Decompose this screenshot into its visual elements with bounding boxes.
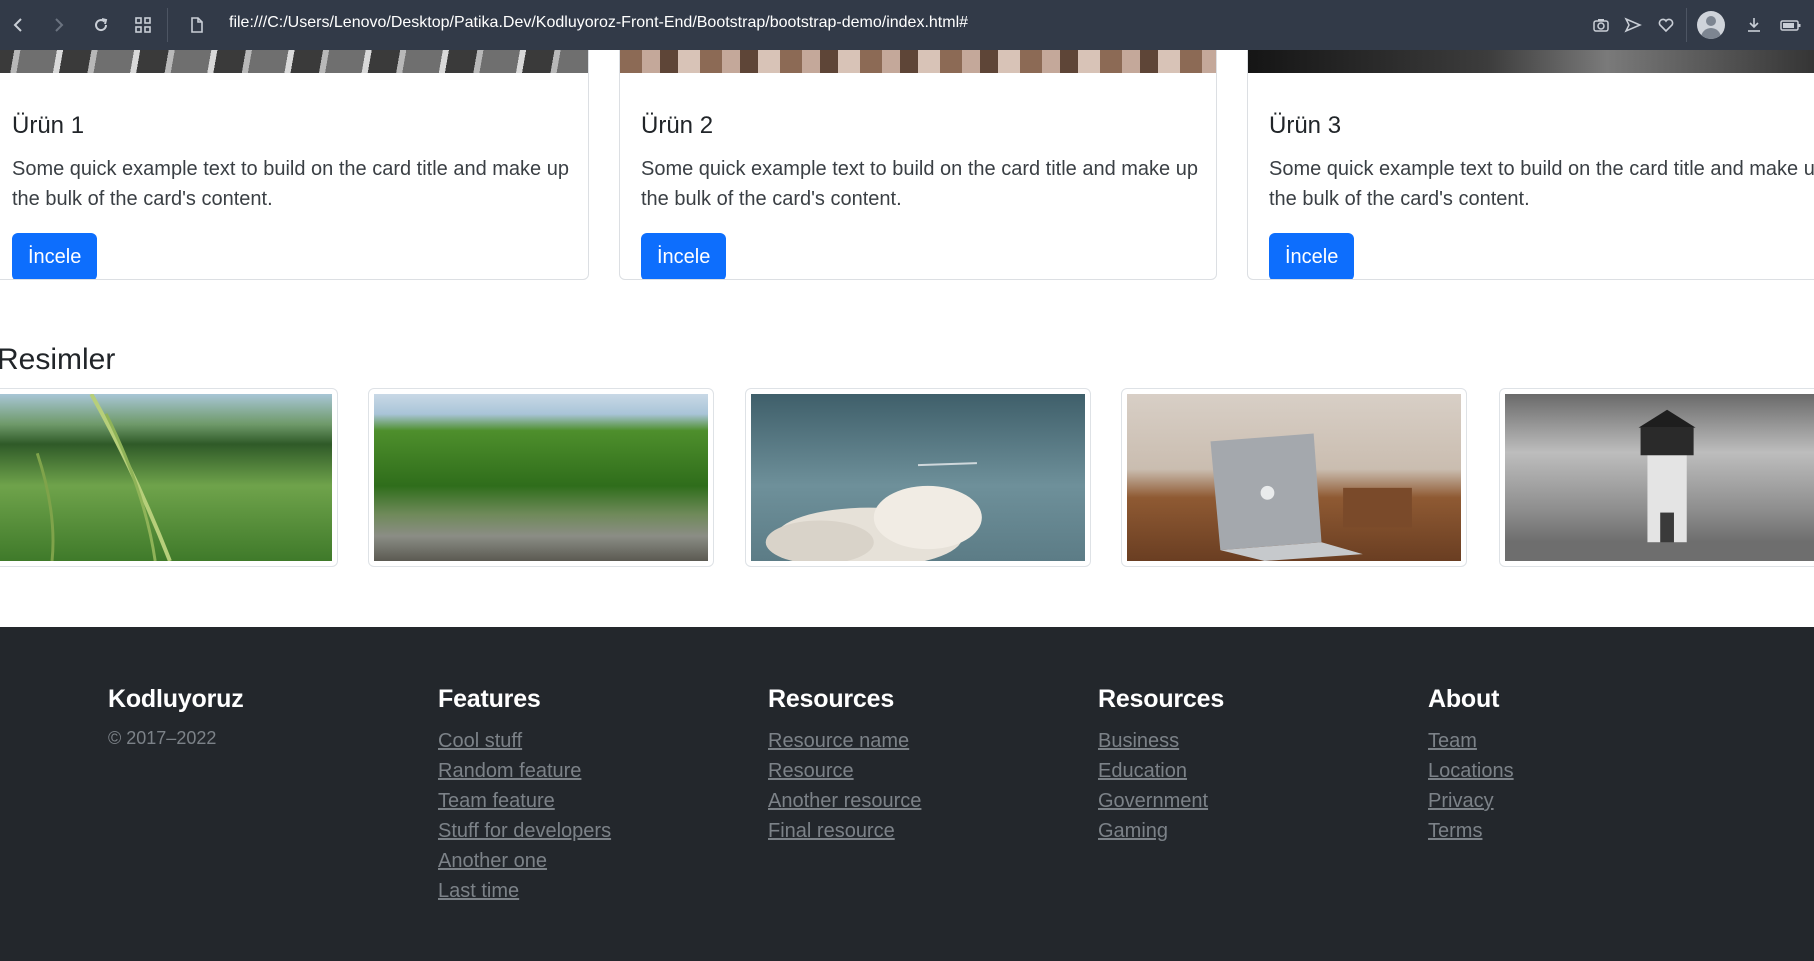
footer-link[interactable]: Another one	[438, 850, 547, 872]
footer-brand: Kodluyoruz	[108, 685, 244, 713]
reload-icon[interactable]	[88, 12, 114, 38]
footer-column-title: About	[1428, 685, 1500, 713]
product-card: Ürün 2 Some quick example text to build …	[619, 20, 1217, 280]
footer-link[interactable]: Education	[1098, 760, 1187, 782]
footer-link[interactable]: Last time	[438, 880, 519, 902]
file-page-icon	[184, 12, 210, 38]
footer-link[interactable]: Privacy	[1428, 790, 1494, 812]
gallery-title: Resimler	[0, 343, 116, 376]
toolbar-divider	[1686, 8, 1687, 42]
footer-column-about: About Team Locations Privacy Terms	[1428, 685, 1514, 846]
footer-link[interactable]: Team feature	[438, 790, 555, 812]
toolbar-divider	[167, 8, 168, 42]
send-icon[interactable]	[1620, 12, 1646, 38]
gallery-thumbnail[interactable]	[745, 388, 1091, 567]
card-text: Some quick example text to build on the …	[641, 158, 1198, 210]
address-bar[interactable]: file:///C:/Users/Lenovo/Desktop/Patika.D…	[229, 14, 968, 32]
incele-button[interactable]: İncele	[641, 233, 727, 279]
footer-brand-column: Kodluyoruz © 2017–2022	[108, 685, 244, 749]
footer-link[interactable]: Another resource	[768, 790, 921, 812]
incele-button[interactable]: İncele	[12, 233, 98, 279]
footer-link[interactable]: Cool stuff	[438, 730, 522, 752]
card-title: Ürün 1	[12, 112, 85, 139]
tabs-grid-icon[interactable]	[130, 12, 156, 38]
gallery-thumbnail[interactable]	[368, 388, 714, 567]
browser-toolbar: file:///C:/Users/Lenovo/Desktop/Patika.D…	[0, 0, 1814, 50]
card-title: Ürün 2	[641, 112, 714, 139]
footer-link[interactable]: Stuff for developers	[438, 820, 611, 842]
profile-avatar[interactable]	[1697, 11, 1725, 39]
forward-icon[interactable]	[45, 12, 71, 38]
footer-column-title: Features	[438, 685, 541, 713]
footer-column-features: Features Cool stuff Random feature Team …	[438, 685, 611, 906]
screenshot-icon[interactable]	[1588, 12, 1614, 38]
heart-icon[interactable]	[1653, 12, 1679, 38]
site-footer: Kodluyoruz © 2017–2022 Features Cool stu…	[0, 627, 1814, 961]
card-text: Some quick example text to build on the …	[1269, 158, 1814, 210]
gallery-thumbnail[interactable]	[0, 388, 338, 567]
footer-column-title: Resources	[768, 685, 895, 713]
footer-link[interactable]: Resource name	[768, 730, 909, 752]
footer-link[interactable]: Final resource	[768, 820, 895, 842]
download-icon[interactable]	[1741, 12, 1767, 38]
footer-column-resources-2: Resources Business Education Government …	[1098, 685, 1224, 846]
footer-link[interactable]: Resource	[768, 760, 854, 782]
gallery-thumbnail[interactable]	[1121, 388, 1467, 567]
footer-column-title: Resources	[1098, 685, 1225, 713]
footer-link[interactable]: Government	[1098, 790, 1208, 812]
footer-column-resources: Resources Resource name Resource Another…	[768, 685, 921, 846]
footer-link[interactable]: Gaming	[1098, 820, 1168, 842]
product-card: Ürün 1 Some quick example text to build …	[0, 20, 589, 280]
incele-button[interactable]: İncele	[1269, 233, 1355, 279]
footer-link[interactable]: Business	[1098, 730, 1179, 752]
forest-river-image	[374, 394, 708, 561]
battery-icon	[1778, 12, 1804, 38]
footer-link[interactable]: Terms	[1428, 820, 1482, 842]
footer-copyright: © 2017–2022	[108, 728, 217, 748]
cloud-sky-image	[751, 394, 1085, 561]
footer-link[interactable]: Random feature	[438, 760, 581, 782]
grass-field-image	[0, 394, 332, 561]
lighthouse-image	[1505, 394, 1814, 561]
laptop-desk-image	[1127, 394, 1461, 561]
card-text: Some quick example text to build on the …	[12, 158, 569, 210]
card-title: Ürün 3	[1269, 112, 1342, 139]
back-icon[interactable]	[6, 12, 32, 38]
footer-link[interactable]: Locations	[1428, 760, 1514, 782]
footer-link[interactable]: Team	[1428, 730, 1477, 752]
gallery-thumbnail[interactable]	[1499, 388, 1814, 567]
product-card: Ürün 3 Some quick example text to build …	[1247, 20, 1814, 280]
